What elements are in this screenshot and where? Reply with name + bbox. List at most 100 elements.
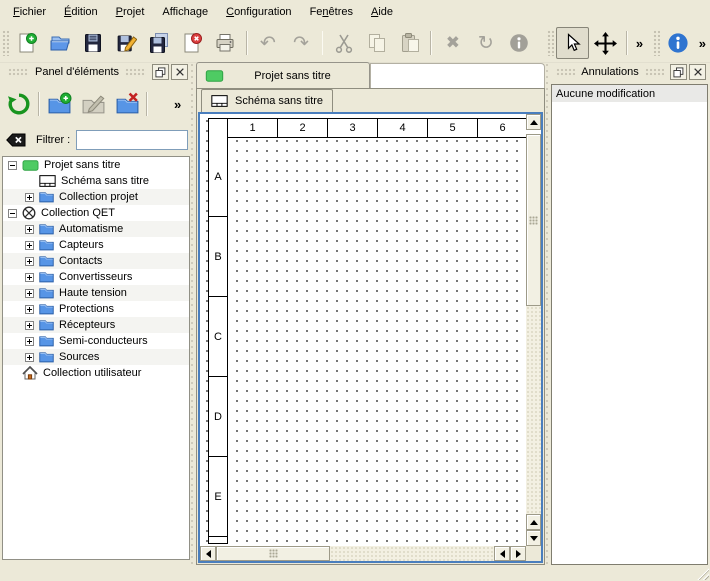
- collapse-expander-icon[interactable]: [8, 209, 17, 218]
- toolbar-overflow-chevron[interactable]: »: [632, 36, 647, 51]
- toolbar-drag-handle[interactable]: [547, 30, 554, 56]
- scroll-up-button[interactable]: [526, 114, 541, 130]
- collapse-expander-icon[interactable]: [8, 161, 17, 170]
- expand-expander-icon[interactable]: [25, 193, 34, 202]
- column-header: 3: [328, 118, 378, 138]
- vertical-scrollbar[interactable]: [526, 114, 541, 546]
- save-all-button[interactable]: [143, 27, 176, 59]
- window-resize-grip[interactable]: [696, 567, 709, 580]
- tree-item-contacts[interactable]: Contacts: [3, 253, 189, 269]
- new-category-button[interactable]: [44, 89, 74, 119]
- toolbar-separator: [322, 31, 324, 55]
- expand-expander-icon[interactable]: [25, 225, 34, 234]
- tree-item-collection-projet[interactable]: Collection projet: [3, 189, 189, 205]
- undo-history-list[interactable]: Aucune modification: [551, 84, 708, 565]
- horizontal-scroll-thumb[interactable]: [216, 546, 330, 561]
- panel-overflow-chevron[interactable]: »: [170, 97, 185, 112]
- tree-item-label: Récepteurs: [59, 319, 115, 331]
- expand-expander-icon[interactable]: [25, 305, 34, 314]
- diagram-view[interactable]: 1 2 3 4 5 6 A B C D E: [198, 112, 543, 563]
- tree-item-convertisseurs[interactable]: Convertisseurs: [3, 269, 189, 285]
- tree-item-capteurs[interactable]: Capteurs: [3, 237, 189, 253]
- tree-item-label: Schéma sans titre: [61, 175, 149, 187]
- about-button[interactable]: [662, 27, 695, 59]
- status-bar: [0, 565, 710, 581]
- tree-item-semi-conducteurs[interactable]: Semi-conducteurs: [3, 333, 189, 349]
- close-document-button[interactable]: [176, 27, 209, 59]
- tree-item-automatisme[interactable]: Automatisme: [3, 221, 189, 237]
- clear-filter-button[interactable]: [2, 133, 30, 147]
- print-button[interactable]: [209, 27, 242, 59]
- open-document-button[interactable]: [44, 27, 77, 59]
- dock-float-button[interactable]: [152, 64, 169, 80]
- new-document-button[interactable]: [11, 27, 44, 59]
- expand-expander-icon[interactable]: [25, 289, 34, 298]
- undo-panel-titlebar[interactable]: Annulations: [550, 62, 708, 82]
- menu-projet[interactable]: Projet: [107, 3, 154, 21]
- elements-panel-toolbar: »: [2, 84, 190, 124]
- expand-expander-icon[interactable]: [25, 257, 34, 266]
- select-mode-button[interactable]: [556, 27, 589, 59]
- pan-mode-button[interactable]: [589, 27, 622, 59]
- menu-edition[interactable]: Édition: [55, 3, 107, 21]
- horizontal-scrollbar[interactable]: [200, 546, 526, 561]
- scroll-left-button[interactable]: [200, 546, 216, 561]
- close-icon: [693, 67, 703, 77]
- elements-panel-titlebar[interactable]: Panel d'éléments: [2, 62, 190, 82]
- tree-item-haute-tension[interactable]: Haute tension: [3, 285, 189, 301]
- tree-item-sources[interactable]: Sources: [3, 349, 189, 365]
- right-splitter-handle[interactable]: [545, 62, 550, 565]
- dock-close-button[interactable]: [689, 64, 706, 80]
- cursor-arrow-icon: [561, 32, 583, 54]
- tree-item-protections[interactable]: Protections: [3, 301, 189, 317]
- scroll-right-button[interactable]: [510, 546, 526, 561]
- tab-bar-empty-area: [370, 63, 545, 88]
- tree-item-label: Haute tension: [59, 287, 127, 299]
- delete-category-button[interactable]: [112, 89, 142, 119]
- thumb-grip-texture: [269, 549, 278, 558]
- tree-item-schema-sans-titre[interactable]: Schéma sans titre: [3, 173, 189, 189]
- toolbar-drag-handle[interactable]: [653, 30, 660, 56]
- scrollbar-groove[interactable]: [526, 306, 541, 514]
- menu-affichage[interactable]: Affichage: [153, 3, 217, 21]
- tree-item-collection-utilisateur[interactable]: Collection utilisateur: [3, 365, 189, 381]
- toolbar-separator: [430, 31, 432, 55]
- delete-button: ✖: [436, 27, 469, 59]
- column-header-row: 1 2 3 4 5 6: [208, 118, 526, 138]
- toolbar-drag-handle[interactable]: [2, 30, 9, 56]
- scrollbar-groove[interactable]: [330, 546, 494, 561]
- tree-item-collection-qet[interactable]: Collection QET: [3, 205, 189, 221]
- dock-close-button[interactable]: [171, 64, 188, 80]
- expand-expander-icon[interactable]: [25, 337, 34, 346]
- tree-item-label: Projet sans titre: [44, 159, 120, 171]
- expand-expander-icon[interactable]: [25, 273, 34, 282]
- expand-expander-icon[interactable]: [25, 321, 34, 330]
- filter-input[interactable]: [76, 130, 188, 150]
- folder-plus-icon: [47, 92, 72, 117]
- scroll-down-button[interactable]: [526, 530, 541, 546]
- save-as-button[interactable]: [110, 27, 143, 59]
- expand-expander-icon[interactable]: [25, 353, 34, 362]
- menu-fichier[interactable]: Fichier: [4, 3, 55, 21]
- toolbar-overflow-chevron[interactable]: »: [695, 36, 710, 51]
- scroll-left-button-2[interactable]: [494, 546, 510, 561]
- reload-collections-button[interactable]: [4, 89, 34, 119]
- menu-aide[interactable]: Aide: [362, 3, 402, 21]
- tree-item-recepteurs[interactable]: Récepteurs: [3, 317, 189, 333]
- diagram-canvas[interactable]: 1 2 3 4 5 6 A B C D E: [200, 114, 526, 546]
- menu-fenetres[interactable]: Fenêtres: [301, 3, 362, 21]
- tree-item-projet-sans-titre[interactable]: Projet sans titre: [3, 157, 189, 173]
- schema-icon: [39, 175, 56, 187]
- dock-float-button[interactable]: [670, 64, 687, 80]
- expand-expander-icon[interactable]: [25, 241, 34, 250]
- schema-tab[interactable]: Schéma sans titre: [201, 89, 333, 112]
- scroll-up-button-2[interactable]: [526, 514, 541, 530]
- save-button[interactable]: [77, 27, 110, 59]
- new-document-icon: [16, 32, 38, 54]
- project-tab[interactable]: Projet sans titre: [196, 62, 370, 88]
- project-tab-bar: Projet sans titre: [196, 62, 545, 88]
- left-splitter-handle[interactable]: [190, 62, 195, 565]
- undo-list-item[interactable]: Aucune modification: [552, 85, 707, 102]
- vertical-scroll-thumb[interactable]: [526, 134, 541, 306]
- menu-configuration[interactable]: Configuration: [217, 3, 300, 21]
